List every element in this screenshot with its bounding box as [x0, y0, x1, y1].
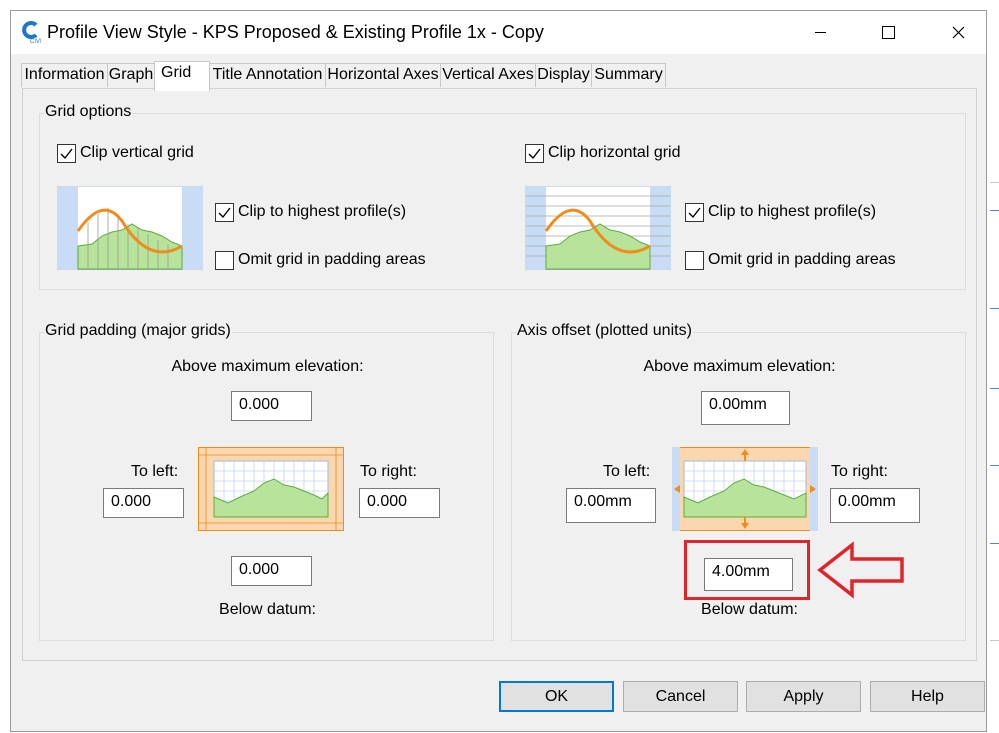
- cancel-button[interactable]: Cancel: [623, 681, 738, 712]
- vertical-omit-grid-padding-checkbox[interactable]: [215, 251, 234, 270]
- horizontal-clip-highest-profile-label: Clip to highest profile(s): [708, 203, 877, 220]
- checkmark-icon: [528, 148, 541, 160]
- grid-padding-right-label: To right:: [360, 463, 417, 480]
- maximize-button[interactable]: [865, 11, 911, 54]
- axis-offset-above-input[interactable]: 0.00mm: [701, 391, 790, 425]
- grid-padding-above-label: Above maximum elevation:: [171, 358, 364, 375]
- tab-grid[interactable]: Grid: [154, 61, 210, 91]
- axis-offset-left-input[interactable]: 0.00mm: [566, 488, 656, 523]
- vertical-clip-highest-profile-label: Clip to highest profile(s): [238, 203, 407, 220]
- apply-button[interactable]: Apply: [746, 681, 861, 712]
- grid-padding-below-input[interactable]: 0.000: [231, 556, 312, 586]
- grid-padding-right-input[interactable]: 0.000: [359, 488, 440, 518]
- axis-offset-below-label: Below datum:: [701, 601, 798, 618]
- civil3d-app-icon: CIVIL: [21, 20, 46, 45]
- axis-offset-above-label: Above maximum elevation:: [643, 358, 836, 375]
- horizontal-clip-highest-profile-checkbox[interactable]: [685, 203, 704, 222]
- minimize-button[interactable]: [797, 11, 843, 54]
- window-title: Profile View Style - KPS Proposed & Exis…: [47, 22, 544, 42]
- axis-offset-title: Axis offset (plotted units): [516, 322, 693, 340]
- grid-padding-preview-image: [197, 446, 345, 532]
- maximize-icon: [881, 26, 895, 39]
- checkmark-icon: [60, 148, 73, 160]
- clip-horizontal-grid-label: Clip horizontal grid: [548, 144, 681, 161]
- grid-options-group: Grid options Clip vertical grid Clip to …: [39, 103, 966, 290]
- axis-offset-preview-image: [671, 446, 819, 532]
- horizontal-omit-grid-padding-label: Omit grid in padding areas: [708, 251, 896, 268]
- horizontal-grid-preview-image: [524, 185, 672, 271]
- profile-view-style-dialog: CIVIL Profile View Style - KPS Proposed …: [10, 10, 987, 732]
- vertical-clip-highest-profile-checkbox[interactable]: [215, 203, 234, 222]
- clip-vertical-grid-checkbox[interactable]: [57, 144, 76, 163]
- grid-padding-below-label: Below datum:: [219, 601, 316, 618]
- checkmark-icon: [218, 207, 231, 219]
- close-button[interactable]: [935, 11, 981, 54]
- title-bar[interactable]: CIVIL Profile View Style - KPS Proposed …: [11, 11, 986, 54]
- vertical-omit-grid-padding-label: Omit grid in padding areas: [238, 251, 426, 268]
- left-arrow-callout-icon: [816, 541, 906, 599]
- tab-information[interactable]: Information: [21, 63, 108, 87]
- highlight-box: [684, 540, 810, 600]
- clip-horizontal-grid-checkbox[interactable]: [525, 144, 544, 163]
- close-icon: [952, 26, 964, 39]
- axis-offset-left-label: To left:: [603, 463, 651, 480]
- axis-offset-right-label: To right:: [831, 463, 888, 480]
- checkmark-icon: [688, 207, 701, 219]
- axis-offset-right-input[interactable]: 0.00mm: [830, 488, 920, 523]
- grid-padding-group: Grid padding (major grids) Above maximum…: [39, 322, 494, 641]
- tab-title-annotation[interactable]: Title Annotation: [209, 63, 326, 87]
- horizontal-omit-grid-padding-checkbox[interactable]: [685, 251, 704, 270]
- clip-vertical-grid-label: Clip vertical grid: [80, 144, 194, 161]
- tab-bar: Information Graph Grid Title Annotation …: [11, 61, 986, 91]
- grid-padding-above-input[interactable]: 0.000: [231, 391, 312, 421]
- svg-text:CIVIL: CIVIL: [30, 39, 41, 44]
- help-button[interactable]: Help: [870, 681, 985, 712]
- tab-vertical-axes[interactable]: Vertical Axes: [440, 63, 536, 87]
- grid-padding-left-input[interactable]: 0.000: [103, 488, 184, 518]
- grid-padding-title: Grid padding (major grids): [44, 322, 232, 340]
- grid-padding-left-label: To left:: [131, 463, 179, 480]
- tab-graph[interactable]: Graph: [107, 63, 155, 87]
- tab-display[interactable]: Display: [535, 63, 592, 87]
- vertical-grid-preview-image: [56, 185, 204, 271]
- tab-horizontal-axes[interactable]: Horizontal Axes: [325, 63, 441, 87]
- grid-options-title: Grid options: [44, 103, 133, 121]
- tab-summary[interactable]: Summary: [591, 63, 666, 87]
- minimize-icon: [814, 32, 826, 33]
- ok-button[interactable]: OK: [499, 681, 614, 712]
